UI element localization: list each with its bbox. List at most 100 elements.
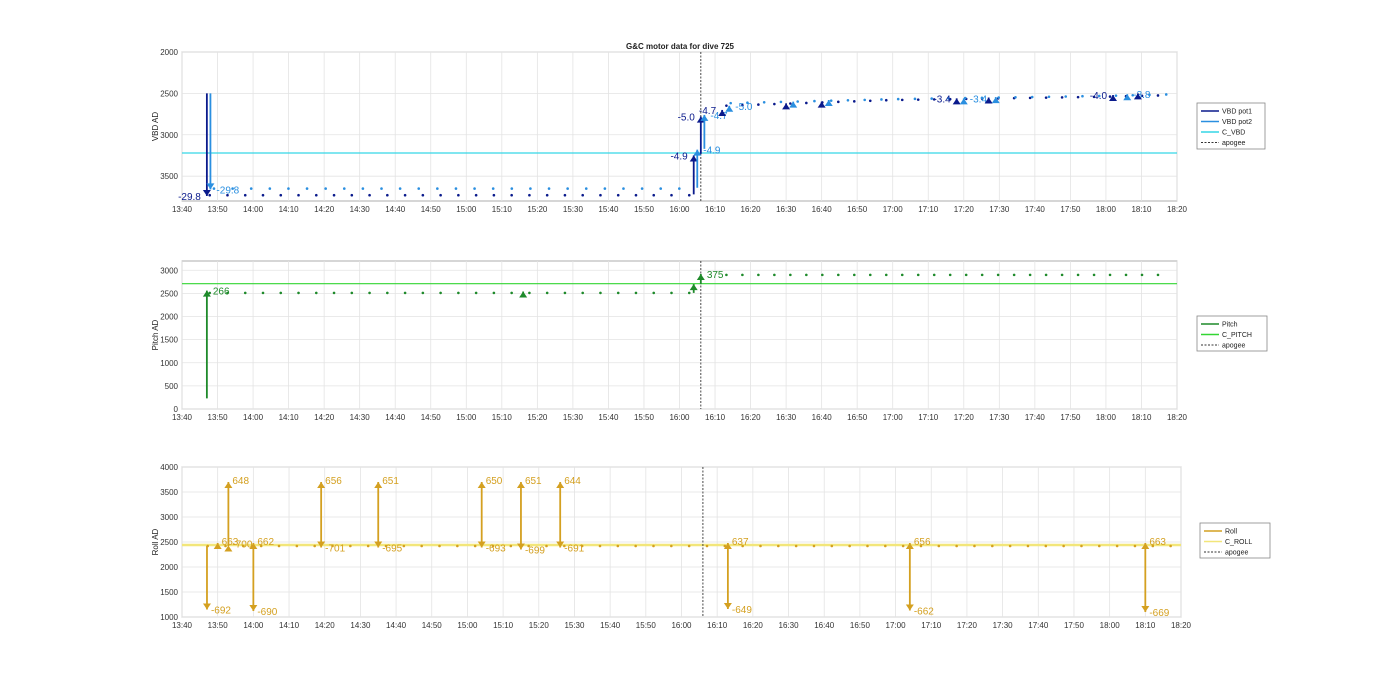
x-tick-label: 14:50	[421, 205, 442, 214]
x-tick-label: 15:20	[527, 205, 548, 214]
x-tick-label: 16:00	[669, 205, 690, 214]
x-tick-label: 16:40	[812, 413, 833, 422]
x-tick-label: 17:00	[883, 413, 904, 422]
data-point	[439, 291, 442, 295]
data-point	[913, 97, 917, 101]
data-point	[705, 544, 709, 548]
x-tick-label: 14:30	[350, 413, 371, 422]
legend-entry: C_VBD	[1222, 130, 1245, 137]
y-tick-label: 3000	[160, 266, 178, 275]
x-tick-label: 15:50	[636, 621, 657, 630]
x-tick-label: 16:40	[812, 205, 833, 214]
x-tick-label: 14:40	[385, 413, 406, 422]
data-point	[1064, 95, 1068, 98]
data-point	[243, 291, 247, 295]
data-point	[997, 96, 1001, 99]
data-point	[208, 193, 212, 197]
data-point	[634, 544, 637, 548]
x-tick-label: 18:00	[1096, 205, 1117, 214]
data-point	[1008, 544, 1012, 548]
spike-label: 656	[325, 476, 342, 487]
data-point	[563, 193, 567, 197]
legend-entry: apogee	[1222, 343, 1245, 350]
spike-label: 648	[232, 476, 249, 487]
spike-label: -699	[525, 546, 545, 557]
x-tick-label: 14:20	[315, 621, 336, 630]
data-point	[1169, 544, 1172, 548]
x-tick-label: 15:00	[456, 413, 477, 422]
data-point	[279, 291, 283, 295]
data-point	[725, 273, 728, 277]
data-point	[1047, 95, 1051, 99]
data-point	[812, 544, 816, 548]
data-point	[268, 187, 272, 190]
data-point	[1060, 273, 1064, 277]
x-tick-label: 18:00	[1096, 413, 1117, 422]
data-point	[863, 98, 866, 102]
data-point	[474, 291, 478, 295]
data-point	[616, 544, 620, 548]
x-tick-label: 17:10	[918, 205, 939, 214]
y-tick-label: 3500	[160, 172, 178, 181]
data-point	[884, 273, 888, 277]
data-point	[287, 187, 290, 190]
data-point	[279, 193, 283, 197]
x-tick-label: 18:10	[1135, 621, 1156, 630]
data-point	[830, 544, 834, 548]
data-point	[545, 193, 549, 197]
spike-label: -701	[325, 544, 345, 555]
data-point	[779, 100, 783, 104]
data-point	[1156, 273, 1160, 277]
y-tick-label: 2500	[160, 89, 178, 98]
data-point	[1108, 95, 1112, 98]
data-point	[398, 187, 402, 190]
legend-entry: VBD pot1	[1222, 109, 1252, 116]
y-tick-label: 2000	[160, 563, 178, 572]
spike-label: -691	[564, 544, 584, 555]
x-tick-label: 15:30	[563, 413, 584, 422]
data-point	[386, 193, 389, 197]
data-point	[1140, 273, 1144, 277]
x-tick-label: 15:10	[492, 413, 513, 422]
data-point	[813, 99, 816, 103]
y-tick-label: 3000	[160, 513, 178, 522]
data-point	[948, 273, 952, 277]
data-point	[884, 544, 887, 548]
data-point	[773, 273, 776, 277]
data-point	[350, 193, 354, 197]
x-tick-label: 13:40	[172, 205, 193, 214]
data-point	[361, 187, 365, 190]
data-point	[725, 104, 728, 107]
legend-entry: C_ROLL	[1225, 539, 1252, 546]
y-tick-label: 500	[165, 382, 179, 391]
data-point	[403, 193, 407, 197]
data-point	[324, 187, 327, 190]
y-tick-label: 3000	[160, 131, 178, 140]
data-point	[821, 273, 824, 277]
data-point	[436, 187, 439, 190]
spike-label: 651	[382, 476, 399, 487]
data-point	[581, 193, 584, 197]
data-point	[1156, 94, 1160, 97]
data-point	[1092, 273, 1096, 277]
y-tick-label: 1500	[160, 588, 178, 597]
data-point	[581, 291, 584, 295]
move-label: -4.7	[699, 106, 717, 117]
data-point	[510, 193, 513, 197]
data-point	[454, 187, 458, 190]
y-tick-label: 1000	[160, 613, 178, 622]
data-point	[1076, 95, 1080, 99]
data-point	[964, 273, 968, 277]
data-point	[368, 291, 371, 295]
data-point	[980, 273, 984, 277]
data-point	[836, 100, 840, 104]
data-point	[1060, 96, 1064, 99]
x-tick-label: 14:00	[243, 621, 264, 630]
data-point	[796, 100, 799, 103]
x-tick-label: 14:00	[243, 413, 264, 422]
data-point	[380, 187, 383, 190]
spike-label: 651	[525, 476, 542, 487]
data-point	[932, 273, 936, 277]
data-point	[261, 291, 265, 295]
move-label: -4.0	[1090, 91, 1108, 102]
